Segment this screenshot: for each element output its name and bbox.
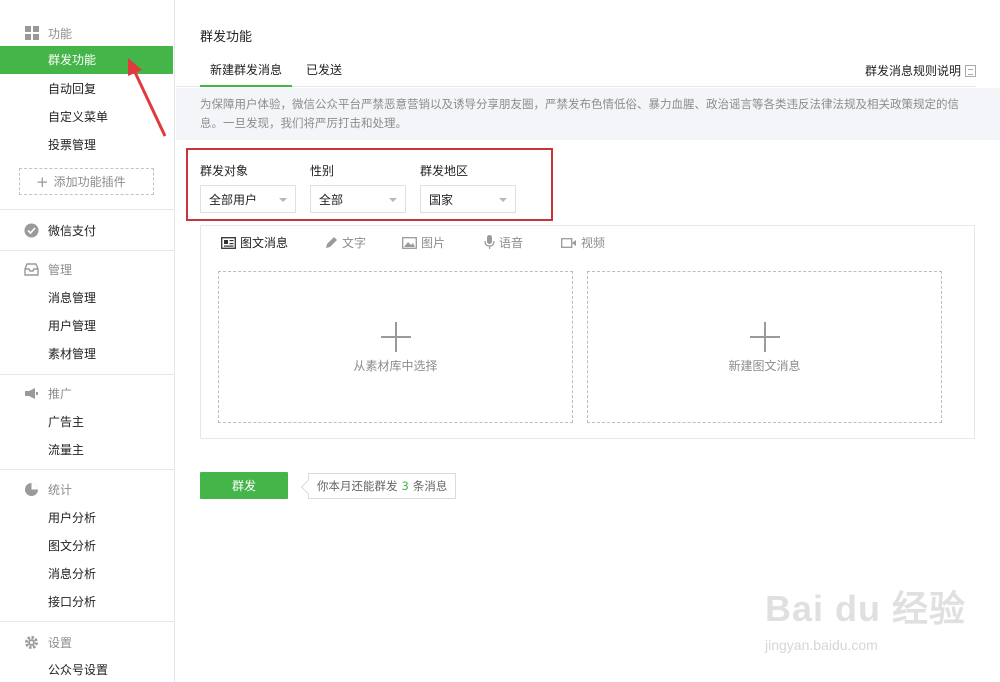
tab-new-mass-message[interactable]: 新建群发消息 — [200, 54, 292, 87]
gender-select[interactable]: 全部 — [310, 185, 406, 213]
gear-icon — [24, 635, 39, 650]
filter-region: 群发地区 国家 — [420, 162, 516, 213]
mic-icon — [484, 235, 495, 250]
sidebar-item-article-analysis[interactable]: 图文分析 — [0, 532, 173, 560]
sidebar-item-account-settings[interactable]: 公众号设置 — [0, 656, 173, 682]
sidebar-item-user-manage[interactable]: 用户管理 — [0, 312, 173, 340]
annotation-arrow-icon — [128, 58, 167, 137]
editor-tab-video[interactable]: 视频 — [561, 226, 605, 259]
sidebar-section-functions: 功能 — [0, 22, 175, 44]
sidebar-section-label: 微信支付 — [48, 223, 97, 238]
rules-link[interactable]: 群发消息规则说明 — [865, 62, 976, 79]
quota-tooltip: 你本月还能群发 3 条消息 — [308, 473, 457, 499]
sidebar-section-label: 统计 — [48, 482, 73, 497]
add-plugin-button[interactable]: + 添加功能插件 — [19, 168, 154, 195]
baidu-watermark: Bai du 经验 jingyan.baidu.com — [765, 576, 990, 666]
region-select[interactable]: 国家 — [420, 185, 516, 213]
add-plugin-label: 添加功能插件 — [53, 175, 126, 189]
sidebar-item-message-analysis[interactable]: 消息分析 — [0, 560, 173, 588]
filter-highlight-box: 群发对象 全部用户 性别 全部 群发地区 国家 — [186, 148, 553, 221]
inbox-icon — [24, 262, 39, 277]
sidebar-item-publisher[interactable]: 流量主 — [0, 436, 173, 464]
megaphone-icon — [24, 386, 39, 401]
sidebar-section-promotion: 推广 — [0, 382, 175, 404]
editor-tab-text[interactable]: 文字 — [324, 226, 366, 259]
editor-tab-news[interactable]: 图文消息 — [221, 226, 288, 259]
image-icon — [402, 236, 417, 249]
sidebar-item-api-analysis[interactable]: 接口分析 — [0, 588, 173, 616]
sidebar-divider — [0, 250, 175, 251]
message-editor: 图文消息 文字 图片 语音 视频 从素材库中选择 新建图文消息 — [200, 225, 975, 439]
caret-down-icon — [499, 198, 507, 202]
video-icon — [561, 237, 577, 249]
sidebar-item-user-analysis[interactable]: 用户分析 — [0, 504, 173, 532]
plus-icon: + — [36, 172, 49, 191]
sidebar-section-manage: 管理 — [0, 258, 175, 280]
choose-from-library-card[interactable]: 从素材库中选择 — [218, 271, 573, 423]
pencil-icon — [324, 236, 338, 250]
tab-bar: 新建群发消息 已发送 群发消息规则说明 — [176, 54, 976, 87]
quota-suffix: 条消息 — [412, 479, 448, 493]
sidebar-divider — [0, 374, 175, 375]
filter-label: 性别 — [310, 164, 335, 178]
select-value: 全部 — [319, 192, 344, 207]
select-value: 国家 — [429, 192, 454, 207]
sidebar-section-stats: 统计 — [0, 478, 175, 500]
tab-sent[interactable]: 已发送 — [300, 54, 348, 87]
editor-tab-label: 图文消息 — [240, 236, 289, 250]
news-icon — [221, 236, 236, 249]
sidebar-section-settings: 设置 — [0, 631, 175, 653]
filter-label: 群发地区 — [420, 164, 469, 178]
mass-send-button[interactable]: 群发 — [200, 472, 288, 499]
watermark-url: jingyan.baidu.com — [765, 637, 878, 653]
plus-icon — [764, 322, 766, 352]
filter-target: 群发对象 全部用户 — [200, 162, 296, 213]
editor-tab-label: 图片 — [421, 236, 446, 250]
sidebar-divider — [0, 621, 175, 622]
editor-tab-image[interactable]: 图片 — [402, 226, 445, 259]
editor-tab-voice[interactable]: 语音 — [484, 226, 523, 259]
sidebar-divider — [0, 209, 175, 210]
watermark-logo: Bai du 经验 — [765, 588, 967, 629]
editor-tab-label: 文字 — [342, 236, 367, 250]
sidebar-item-advertiser[interactable]: 广告主 — [0, 408, 173, 436]
grid-icon — [24, 26, 39, 41]
select-value: 全部用户 — [209, 192, 258, 207]
notice-banner: 为保障用户体验，微信公众平台严禁恶意营销以及诱导分享朋友圈，严禁发布色情低俗、暴… — [176, 88, 1000, 140]
rules-link-label: 群发消息规则说明 — [864, 64, 961, 78]
sidebar-section-label: 设置 — [48, 635, 73, 650]
editor-tab-label: 语音 — [499, 236, 524, 250]
caret-down-icon — [279, 198, 287, 202]
sidebar-item-material-manage[interactable]: 素材管理 — [0, 340, 173, 368]
plus-icon — [395, 322, 397, 352]
sidebar-item-wechat-pay[interactable]: 微信支付 — [0, 219, 175, 241]
pie-chart-icon — [24, 482, 39, 497]
card-label: 从素材库中选择 — [353, 359, 438, 373]
sidebar-divider — [0, 469, 175, 470]
sidebar-item-message-manage[interactable]: 消息管理 — [0, 284, 173, 312]
sidebar-section-label: 推广 — [48, 386, 73, 401]
quota-count: 3 — [401, 479, 409, 493]
sidebar-section-label: 功能 — [48, 26, 73, 41]
document-icon — [965, 64, 976, 77]
quota-prefix: 你本月还能群发 — [317, 479, 398, 493]
filter-gender: 性别 全部 — [310, 162, 406, 213]
editor-tab-label: 视频 — [581, 236, 606, 250]
wechat-pay-icon — [24, 223, 39, 238]
card-label: 新建图文消息 — [728, 359, 801, 373]
target-select[interactable]: 全部用户 — [200, 185, 296, 213]
editor-type-tabs: 图文消息 文字 图片 语音 视频 — [201, 226, 974, 259]
filter-label: 群发对象 — [200, 164, 249, 178]
caret-down-icon — [389, 198, 397, 202]
page-title: 群发功能 — [200, 30, 253, 45]
new-article-card[interactable]: 新建图文消息 — [587, 271, 942, 423]
sidebar-section-label: 管理 — [48, 262, 73, 277]
